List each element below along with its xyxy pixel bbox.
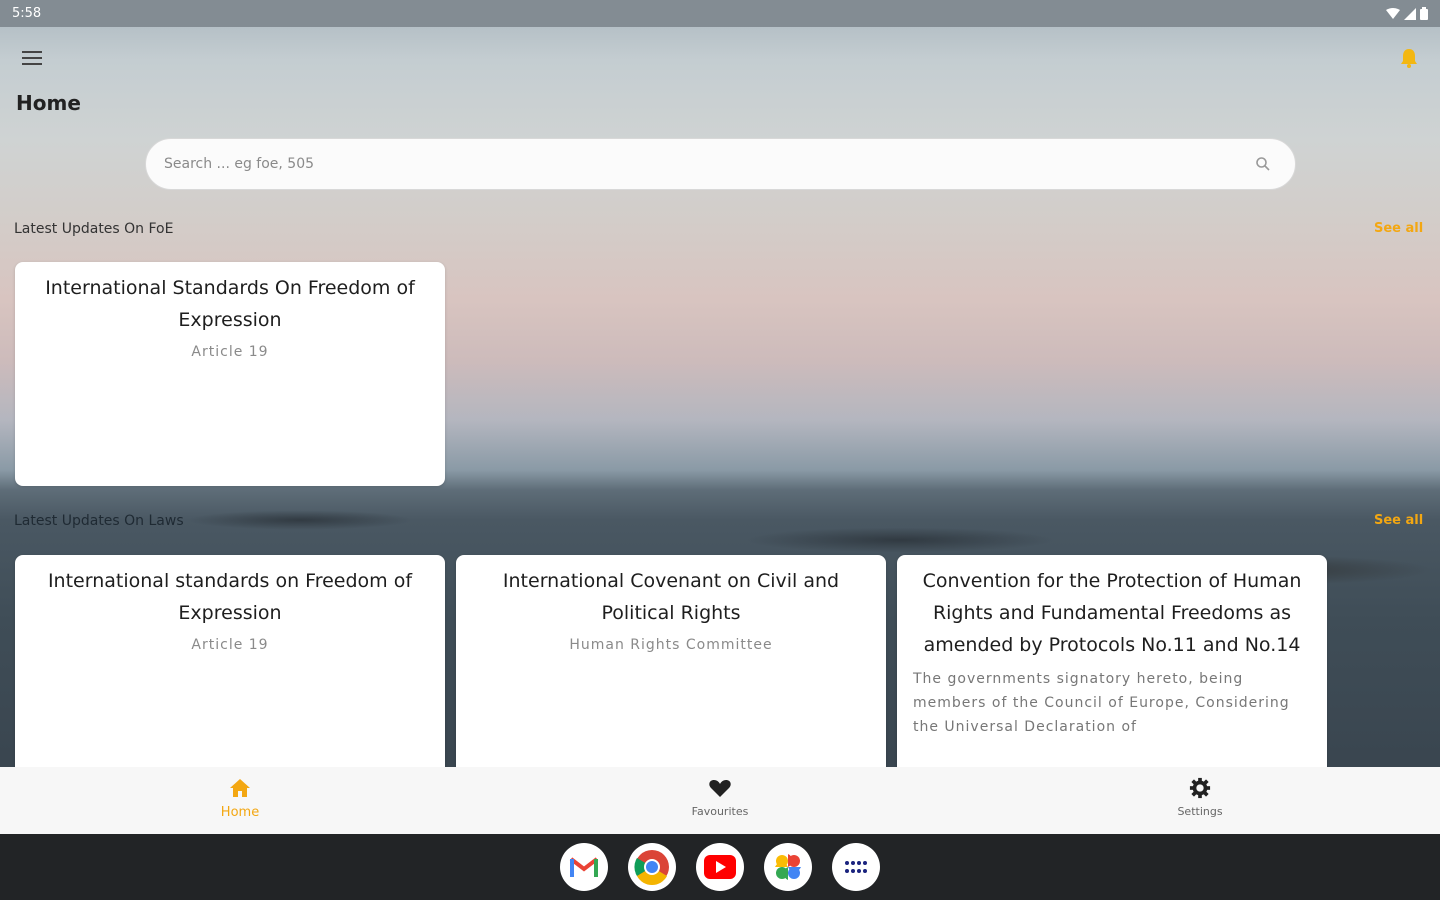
card-subtitle: Human Rights Committee xyxy=(569,637,773,653)
card-subtitle: Article 19 xyxy=(191,344,269,360)
taskbar xyxy=(0,834,1440,900)
nav-home-label: Home xyxy=(220,805,260,820)
see-all-foe-link[interactable]: See all xyxy=(1374,221,1423,236)
card-title: International Standards On Freedom of Ex… xyxy=(45,277,415,331)
signal-icon xyxy=(1404,7,1416,20)
page-title: Home xyxy=(16,91,81,115)
foe-card[interactable]: International Standards On Freedom of Ex… xyxy=(15,262,445,486)
hamburger-menu-icon[interactable] xyxy=(18,44,46,72)
chrome-icon[interactable] xyxy=(628,843,676,891)
search-input[interactable] xyxy=(164,156,1255,172)
card-body: The governments signatory hereto, being … xyxy=(913,671,1290,735)
card-title: International standards on Freedom of Ex… xyxy=(47,570,413,624)
bottom-navigation: Home Favourites Settings xyxy=(0,767,1440,834)
youtube-icon[interactable] xyxy=(696,843,744,891)
nav-home[interactable]: Home xyxy=(0,767,480,834)
battery-icon xyxy=(1420,7,1428,20)
section-label-foe: Latest Updates On FoE xyxy=(14,221,174,237)
gear-icon xyxy=(1189,777,1211,799)
search-icon[interactable] xyxy=(1255,156,1271,172)
wifi-icon xyxy=(1386,7,1400,19)
nav-settings-label: Settings xyxy=(1177,805,1223,818)
see-all-laws-link[interactable]: See all xyxy=(1374,513,1423,528)
nav-favourites-label: Favourites xyxy=(691,805,749,818)
status-time: 5:58 xyxy=(12,6,42,21)
status-bar: 5:58 xyxy=(0,0,1440,27)
nav-settings[interactable]: Settings xyxy=(960,767,1440,834)
bell-icon[interactable] xyxy=(1397,46,1421,70)
section-label-laws: Latest Updates On Laws xyxy=(14,513,184,529)
app-drawer-icon[interactable] xyxy=(832,843,880,891)
law-card[interactable]: Convention for the Protection of Human R… xyxy=(897,555,1327,795)
card-title: International Covenant on Civil and Poli… xyxy=(502,570,840,624)
card-title: Convention for the Protection of Human R… xyxy=(922,570,1302,656)
search-bar[interactable] xyxy=(145,138,1296,190)
gmail-icon[interactable] xyxy=(560,843,608,891)
card-subtitle: Article 19 xyxy=(191,637,269,653)
law-card[interactable]: International standards on Freedom of Ex… xyxy=(15,555,445,795)
photos-icon[interactable] xyxy=(764,843,812,891)
law-card[interactable]: International Covenant on Civil and Poli… xyxy=(456,555,886,795)
heart-icon xyxy=(709,780,731,797)
status-icons xyxy=(1386,7,1428,20)
nav-favourites[interactable]: Favourites xyxy=(480,767,960,834)
home-icon xyxy=(230,779,250,797)
